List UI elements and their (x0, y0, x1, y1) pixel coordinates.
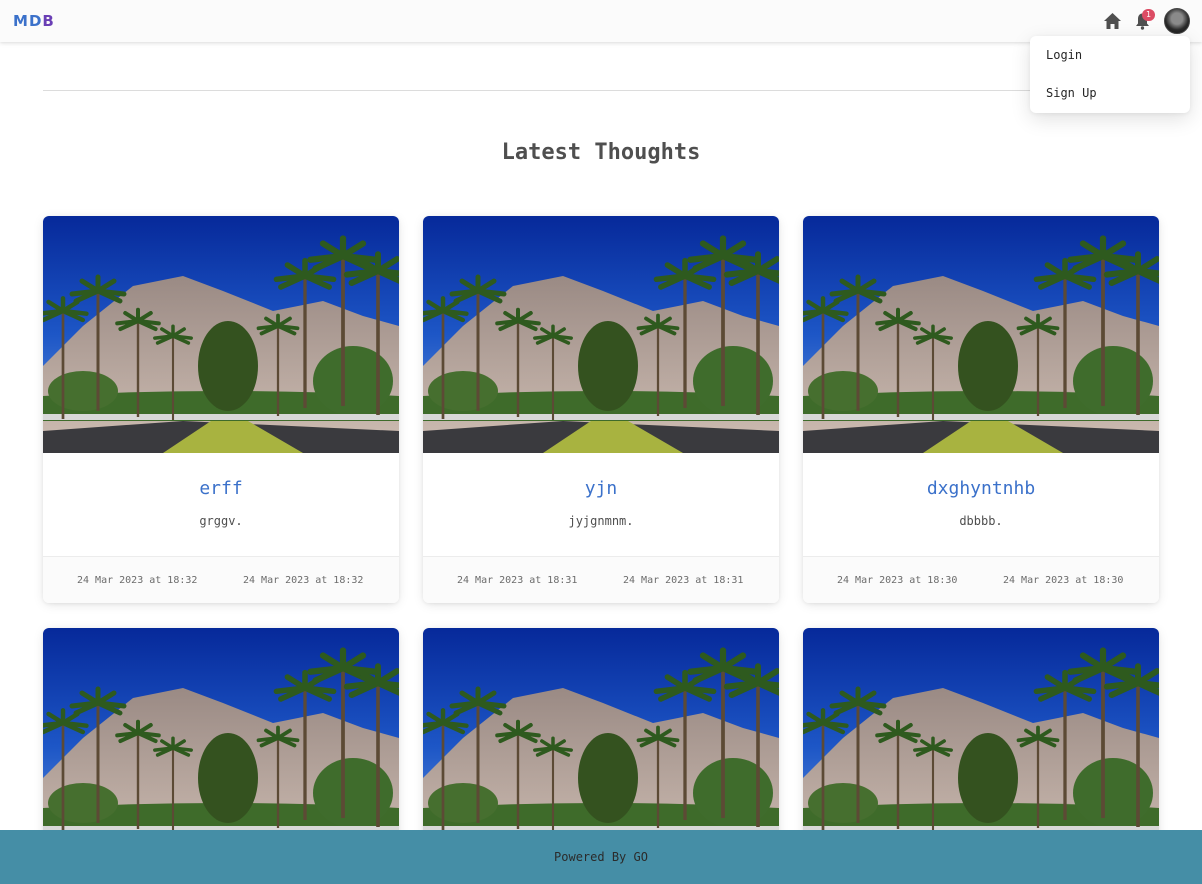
thought-card (803, 628, 1159, 848)
updated-date: 24 Mar 2023 at 18:30 (1003, 575, 1124, 586)
card-footer: 24 Mar 2023 at 18:32 24 Mar 2023 at 18:3… (43, 556, 399, 603)
card-title[interactable]: yjn (423, 478, 779, 500)
card-title[interactable]: erff (43, 478, 399, 500)
thought-card: erff grggv. 24 Mar 2023 at 18:32 24 Mar … (43, 216, 399, 603)
login-menu-item[interactable]: Login (1046, 45, 1082, 65)
card-image (43, 628, 399, 848)
card-image (803, 628, 1159, 848)
card-text: jyjgnmnm. (568, 514, 634, 528)
brand-letter: M (13, 12, 29, 30)
created-date: 24 Mar 2023 at 18:32 (77, 575, 198, 586)
avatar[interactable] (1164, 8, 1190, 34)
card-text: dbbbb. (959, 514, 1003, 528)
thought-card: yjn jyjgnmnm. 24 Mar 2023 at 18:31 24 Ma… (423, 216, 779, 603)
created-date: 24 Mar 2023 at 18:30 (837, 575, 958, 586)
navbar: M D B 1 (0, 0, 1202, 42)
card-image (43, 216, 399, 453)
card-text: grggv. (199, 514, 243, 528)
card-image (423, 628, 779, 848)
footer-text: Powered By GO (554, 850, 648, 864)
thought-card (423, 628, 779, 848)
card-footer: 24 Mar 2023 at 18:31 24 Mar 2023 at 18:3… (423, 556, 779, 603)
card-title[interactable]: dxghyntnhb (803, 478, 1159, 500)
card-image (803, 216, 1159, 453)
signup-menu-item[interactable]: Sign Up (1046, 83, 1097, 103)
brand-letter: D (28, 12, 43, 30)
brand-logo[interactable]: M D B (13, 12, 55, 30)
card-image (423, 216, 779, 453)
updated-date: 24 Mar 2023 at 18:32 (243, 575, 364, 586)
user-dropdown-menu: Login Sign Up (1030, 36, 1190, 113)
page-title: Latest Thoughts (501, 140, 701, 165)
home-icon[interactable] (1103, 12, 1122, 30)
updated-date: 24 Mar 2023 at 18:31 (623, 575, 744, 586)
notification-badge: 1 (1142, 9, 1155, 21)
footer: Powered By GO (0, 830, 1202, 884)
divider (43, 90, 1159, 91)
thought-card: dxghyntnhb dbbbb. 24 Mar 2023 at 18:30 2… (803, 216, 1159, 603)
brand-letter: B (42, 12, 55, 30)
created-date: 24 Mar 2023 at 18:31 (457, 575, 578, 586)
thought-card (43, 628, 399, 848)
card-footer: 24 Mar 2023 at 18:30 24 Mar 2023 at 18:3… (803, 556, 1159, 603)
